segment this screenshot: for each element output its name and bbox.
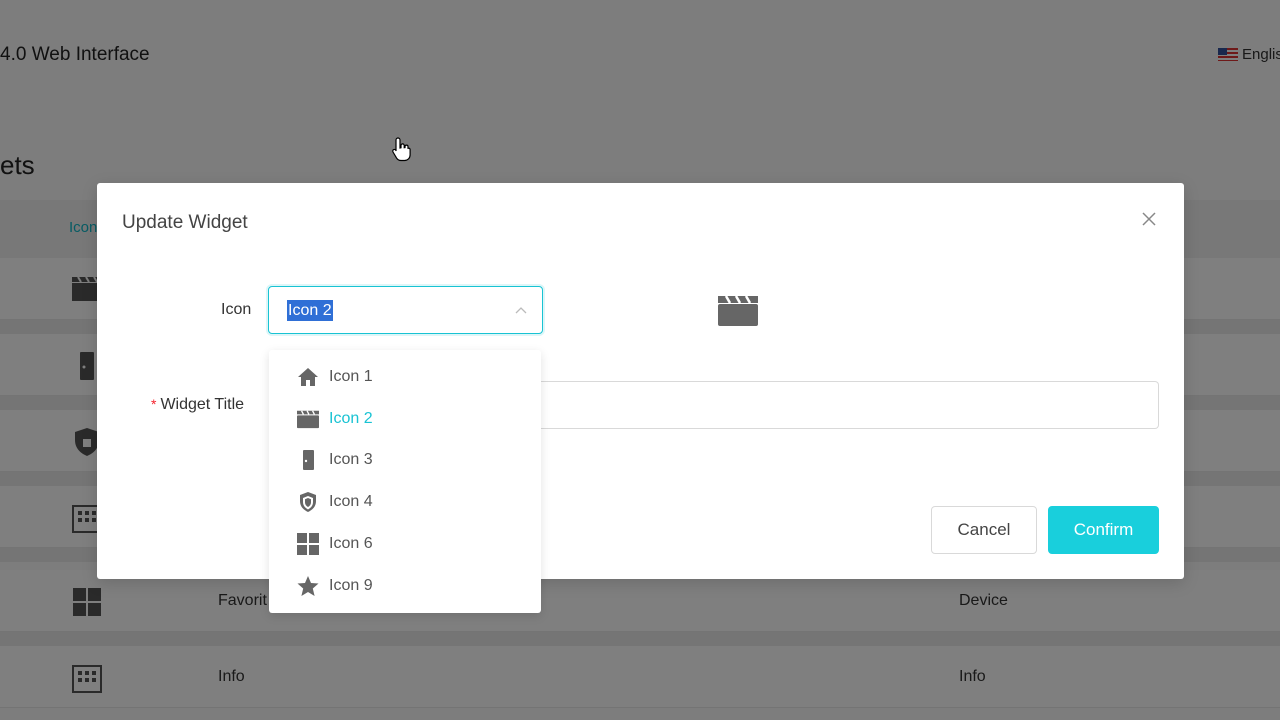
door-icon <box>303 450 314 471</box>
dropdown-option-label: Icon 2 <box>329 409 373 427</box>
widget-title-label: * Widget Title <box>151 396 244 414</box>
star-icon <box>297 575 319 596</box>
icon-field-label: Icon <box>221 301 252 318</box>
required-asterisk: * <box>151 396 157 412</box>
dropdown-option-label: Icon 3 <box>329 451 373 469</box>
icon-select[interactable]: Icon 2 <box>268 286 543 334</box>
close-button[interactable] <box>1137 207 1161 231</box>
icon-select-value: Icon 2 <box>287 300 333 321</box>
dropdown-option-label: Icon 9 <box>329 576 373 594</box>
dropdown-option-icon-1[interactable]: Icon 1 <box>269 356 541 398</box>
shield-icon <box>300 492 316 513</box>
dropdown-option-icon-6[interactable]: Icon 6 <box>269 523 541 565</box>
close-icon <box>1142 212 1156 226</box>
clapperboard-icon <box>718 295 758 326</box>
dropdown-option-label: Icon 6 <box>329 535 373 553</box>
dropdown-option-icon-4[interactable]: Icon 4 <box>269 481 541 523</box>
dropdown-option-label: Icon 1 <box>329 367 373 385</box>
modal-title: Update Widget <box>122 212 248 233</box>
dropdown-option-label: Icon 4 <box>329 493 373 511</box>
widget-title-input[interactable] <box>540 381 1159 429</box>
dropdown-option-icon-9[interactable]: Icon 9 <box>269 565 541 607</box>
clapperboard-icon <box>297 410 319 428</box>
grid-icon <box>297 533 319 556</box>
confirm-button[interactable]: Confirm <box>1048 506 1159 554</box>
home-icon <box>298 367 318 386</box>
widget-title-label-text: Widget Title <box>160 396 245 413</box>
cancel-button[interactable]: Cancel <box>931 506 1037 554</box>
icon-dropdown-menu: Icon 1 Icon 2 Icon 3 Icon 4 Icon 6 Icon … <box>269 350 541 613</box>
dropdown-option-icon-2[interactable]: Icon 2 <box>269 398 541 440</box>
dropdown-option-icon-3[interactable]: Icon 3 <box>269 440 541 482</box>
update-widget-modal: Update Widget Icon Icon 2 * Widget Title … <box>97 183 1184 579</box>
hand-cursor-icon <box>392 137 411 162</box>
chevron-up-icon <box>515 307 527 314</box>
